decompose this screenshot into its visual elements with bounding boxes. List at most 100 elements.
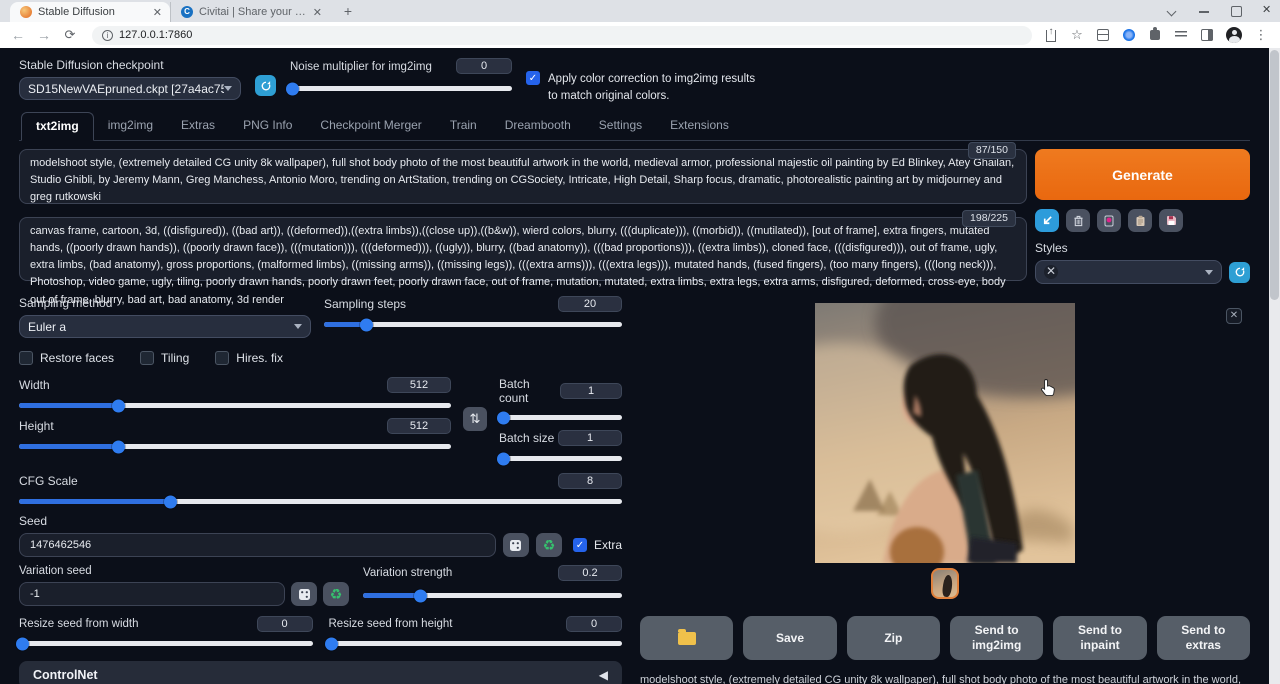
tab-txt2img[interactable]: txt2img [21, 112, 94, 141]
batch-size-slider[interactable] [499, 456, 622, 461]
width-value[interactable]: 512 [387, 377, 451, 393]
batch-count-slider[interactable] [499, 415, 622, 420]
generate-button[interactable]: Generate [1035, 149, 1250, 200]
reading-list-icon[interactable] [1174, 28, 1188, 42]
tab-close-icon[interactable]: ✕ [313, 6, 322, 19]
checkbox-box[interactable] [215, 351, 229, 365]
browser-menu-icon[interactable]: ⋮ [1254, 28, 1268, 42]
new-tab-button[interactable]: + [338, 2, 358, 22]
open-folder-button[interactable] [640, 616, 733, 660]
prompt-textarea[interactable]: 87/150 modelshoot style, (extremely deta… [19, 149, 1027, 204]
page-scrollbar[interactable] [1269, 48, 1280, 684]
extensions-puzzle-icon[interactable] [1148, 28, 1162, 42]
reuse-variation-seed-button[interactable]: ♻ [323, 582, 349, 606]
sampling-steps-slider[interactable] [324, 322, 622, 327]
tab-settings[interactable]: Settings [585, 112, 656, 140]
url-bar[interactable]: i 127.0.0.1:7860 [92, 26, 1032, 45]
seed-input[interactable] [19, 533, 496, 557]
reload-icon[interactable]: ⟳ [60, 27, 80, 43]
height-slider[interactable] [19, 444, 451, 449]
window-maximize-icon[interactable] [1230, 5, 1242, 17]
clear-styles-icon[interactable]: ✕ [1044, 265, 1058, 279]
random-variation-seed-button[interactable] [291, 582, 317, 606]
checkbox-box[interactable]: ✓ [573, 538, 587, 552]
extension-blue-icon[interactable] [1122, 28, 1136, 42]
tab-extensions[interactable]: Extensions [656, 112, 743, 140]
resize-seed-width-slider[interactable] [19, 641, 313, 646]
resize-seed-height-value[interactable]: 0 [566, 616, 622, 632]
window-close-icon[interactable] [1262, 5, 1274, 17]
extra-seed-checkbox[interactable]: ✓ Extra [569, 538, 622, 552]
zip-button[interactable]: Zip [847, 616, 940, 660]
send-to-inpaint-button[interactable]: Send to inpaint [1053, 616, 1146, 660]
refresh-checkpoints-button[interactable] [255, 75, 276, 96]
slider-handle[interactable] [164, 495, 177, 508]
controlnet-accordion[interactable]: ControlNet ◀ [19, 661, 622, 684]
extension-grid-icon[interactable] [1096, 28, 1110, 42]
save-button[interactable]: Save [743, 616, 836, 660]
noise-multiplier-slider[interactable] [290, 86, 512, 91]
tab-img2img[interactable]: img2img [94, 112, 167, 140]
hires-fix-checkbox[interactable]: Hires. fix [215, 351, 283, 365]
tab-extras[interactable]: Extras [167, 112, 229, 140]
clear-prompt-button[interactable] [1066, 209, 1090, 232]
site-info-icon[interactable]: i [102, 30, 113, 41]
styles-dropdown[interactable]: ✕ [1035, 260, 1222, 284]
browser-tab-stable-diffusion[interactable]: Stable Diffusion ✕ [10, 2, 170, 22]
negative-prompt-textarea[interactable]: 198/225 canvas frame, cartoon, 3d, ((dis… [19, 217, 1027, 281]
cfg-scale-value[interactable]: 8 [558, 473, 622, 489]
height-value[interactable]: 512 [387, 418, 451, 434]
checkbox-box[interactable] [19, 351, 33, 365]
random-seed-button[interactable] [503, 533, 529, 557]
send-to-extras-button[interactable]: Send to extras [1157, 616, 1250, 660]
restore-faces-checkbox[interactable]: Restore faces [19, 351, 114, 365]
slider-handle[interactable] [16, 637, 29, 650]
window-chevron-icon[interactable] [1166, 5, 1178, 17]
browser-tab-civitai[interactable]: Civitai | Share your models ✕ [170, 2, 330, 22]
slider-handle[interactable] [360, 318, 373, 331]
slider-handle[interactable] [325, 637, 338, 650]
share-icon[interactable] [1044, 28, 1058, 42]
sampling-method-dropdown[interactable]: Euler a [19, 315, 311, 338]
send-to-img2img-button[interactable]: Send to img2img [950, 616, 1043, 660]
side-panel-icon[interactable] [1200, 28, 1214, 42]
back-icon[interactable]: ← [8, 27, 28, 43]
profile-avatar[interactable] [1226, 27, 1242, 43]
tab-png-info[interactable]: PNG Info [229, 112, 306, 140]
batch-size-value[interactable]: 1 [558, 430, 622, 446]
checkbox-box[interactable] [140, 351, 154, 365]
tab-train[interactable]: Train [436, 112, 491, 140]
slider-handle[interactable] [497, 411, 510, 424]
window-minimize-icon[interactable] [1198, 5, 1210, 17]
color-correction-checkbox[interactable]: ✓ [526, 71, 540, 85]
paste-params-button[interactable] [1035, 209, 1059, 232]
width-slider[interactable] [19, 403, 451, 408]
variation-seed-input[interactable] [19, 582, 285, 606]
apply-style-button[interactable] [1128, 209, 1152, 232]
sampling-steps-value[interactable]: 20 [558, 296, 622, 312]
extra-networks-button[interactable] [1097, 209, 1121, 232]
checkpoint-dropdown[interactable]: SD15NewVAEpruned.ckpt [27a4ac756c] [19, 77, 241, 100]
variation-strength-value[interactable]: 0.2 [558, 565, 622, 581]
tab-dreambooth[interactable]: Dreambooth [491, 112, 585, 140]
slider-handle[interactable] [286, 82, 299, 95]
save-style-button[interactable] [1159, 209, 1183, 232]
noise-multiplier-value[interactable]: 0 [456, 58, 512, 74]
bookmark-star-icon[interactable]: ☆ [1070, 28, 1084, 42]
slider-handle[interactable] [112, 399, 125, 412]
swap-dimensions-button[interactable]: ⇅ [463, 407, 487, 431]
batch-count-value[interactable]: 1 [560, 383, 622, 399]
scrollbar-thumb[interactable] [1270, 50, 1279, 300]
slider-handle[interactable] [497, 452, 510, 465]
resize-seed-width-value[interactable]: 0 [257, 616, 313, 632]
tiling-checkbox[interactable]: Tiling [140, 351, 189, 365]
refresh-styles-button[interactable] [1229, 262, 1250, 283]
slider-handle[interactable] [112, 440, 125, 453]
tab-checkpoint-merger[interactable]: Checkpoint Merger [306, 112, 435, 140]
close-preview-icon[interactable]: ✕ [1226, 308, 1242, 324]
resize-seed-height-slider[interactable] [329, 641, 623, 646]
reuse-seed-button[interactable]: ♻ [536, 533, 562, 557]
tab-close-icon[interactable]: ✕ [153, 6, 162, 19]
result-thumbnail[interactable] [931, 568, 959, 599]
cfg-scale-slider[interactable] [19, 499, 622, 504]
